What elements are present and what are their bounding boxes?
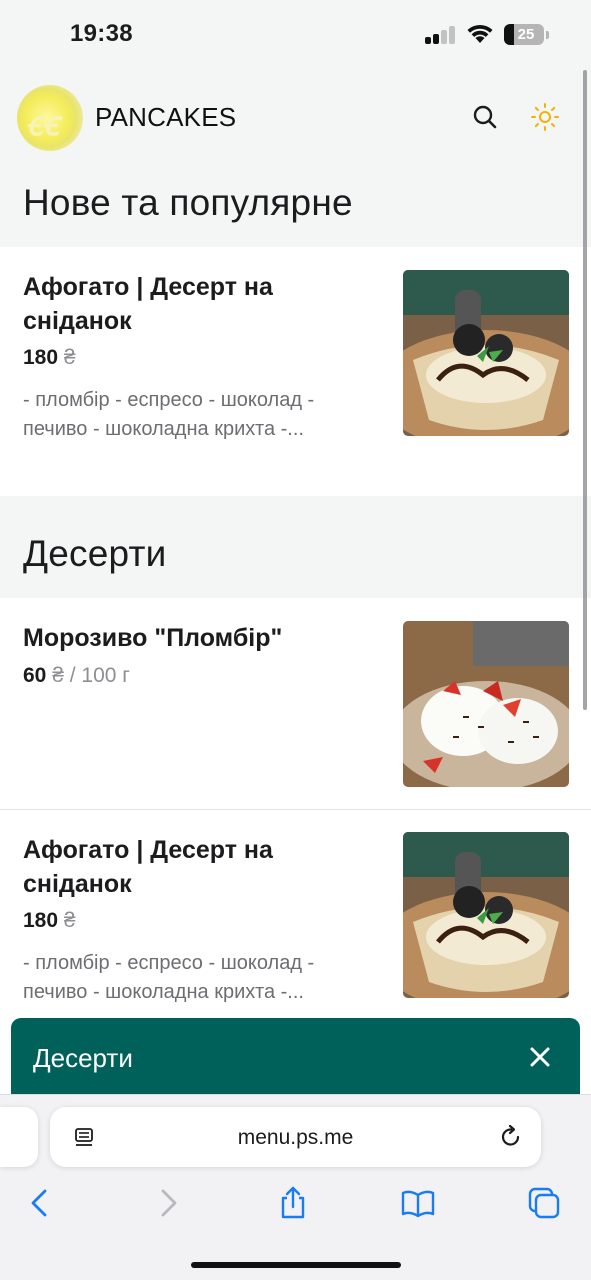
scroll-indicator[interactable] [583, 70, 587, 710]
affogato-photo [403, 270, 569, 436]
back-icon[interactable] [22, 1185, 58, 1221]
section-title-desserts: Десерти [23, 533, 167, 574]
menu-item-title: Афогато | Десерт на сніданок [23, 836, 273, 898]
brand-logo[interactable]: ꞓꞓ [17, 85, 83, 151]
tabs-icon[interactable] [526, 1185, 562, 1221]
share-icon[interactable] [275, 1185, 311, 1221]
menu-item-title: Морозиво "Пломбір" [23, 624, 283, 652]
reload-icon[interactable] [498, 1124, 524, 1150]
portion-size: / 100 г [69, 664, 130, 687]
search-icon[interactable] [468, 100, 502, 134]
menu-item-card[interactable]: Морозиво "Пломбір" 60 ₴ / 100 г [0, 598, 591, 809]
menu-item-price: 180 ₴ [23, 909, 76, 932]
sun-icon[interactable] [527, 99, 563, 135]
menu-item-description: - пломбір - еспресо - шоколад - печиво -… [23, 952, 315, 1003]
status-bar: 19:38 25 [0, 0, 591, 70]
currency-symbol: ₴ [52, 664, 64, 687]
battery-level: 25 [517, 26, 535, 43]
forward-icon[interactable] [150, 1185, 186, 1221]
bookmarks-icon[interactable] [400, 1185, 436, 1221]
menu-item-price: 180 ₴ [23, 346, 76, 369]
browser-toolbar: menu.ps.me [0, 1094, 591, 1280]
home-indicator [191, 1262, 401, 1268]
menu-item-title: Афогато | Десерт на сніданок [23, 273, 273, 335]
section-title-new-popular: Нове та популярне [23, 182, 353, 223]
brand-name[interactable]: PANCAKES [95, 102, 236, 133]
battery-icon: 25 [504, 24, 544, 45]
address-bar[interactable]: menu.ps.me [50, 1107, 541, 1167]
close-icon[interactable] [525, 1042, 555, 1072]
menu-item-price: 60 ₴ / 100 г [23, 664, 130, 687]
currency-symbol: ₴ [63, 909, 76, 932]
category-sheet[interactable]: Десерти [11, 1018, 580, 1103]
affogato-photo [403, 832, 569, 998]
menu-item-card[interactable]: Афогато | Десерт на сніданок 180 ₴ - пло… [0, 247, 591, 496]
menu-item-description: - пломбір - еспресо - шоколад - печиво -… [23, 389, 315, 440]
status-time: 19:38 [70, 20, 133, 47]
previous-tab-peek[interactable] [0, 1107, 38, 1167]
cellular-signal-icon [425, 26, 457, 44]
category-sheet-title: Десерти [33, 1043, 133, 1073]
wifi-icon [467, 24, 493, 43]
app-header: ꞓꞓ PANCAKES [0, 80, 591, 152]
battery-cap [546, 31, 549, 39]
url-text[interactable]: menu.ps.me [50, 1126, 541, 1150]
currency-symbol: ₴ [63, 346, 76, 369]
ice-cream-photo [403, 621, 569, 787]
